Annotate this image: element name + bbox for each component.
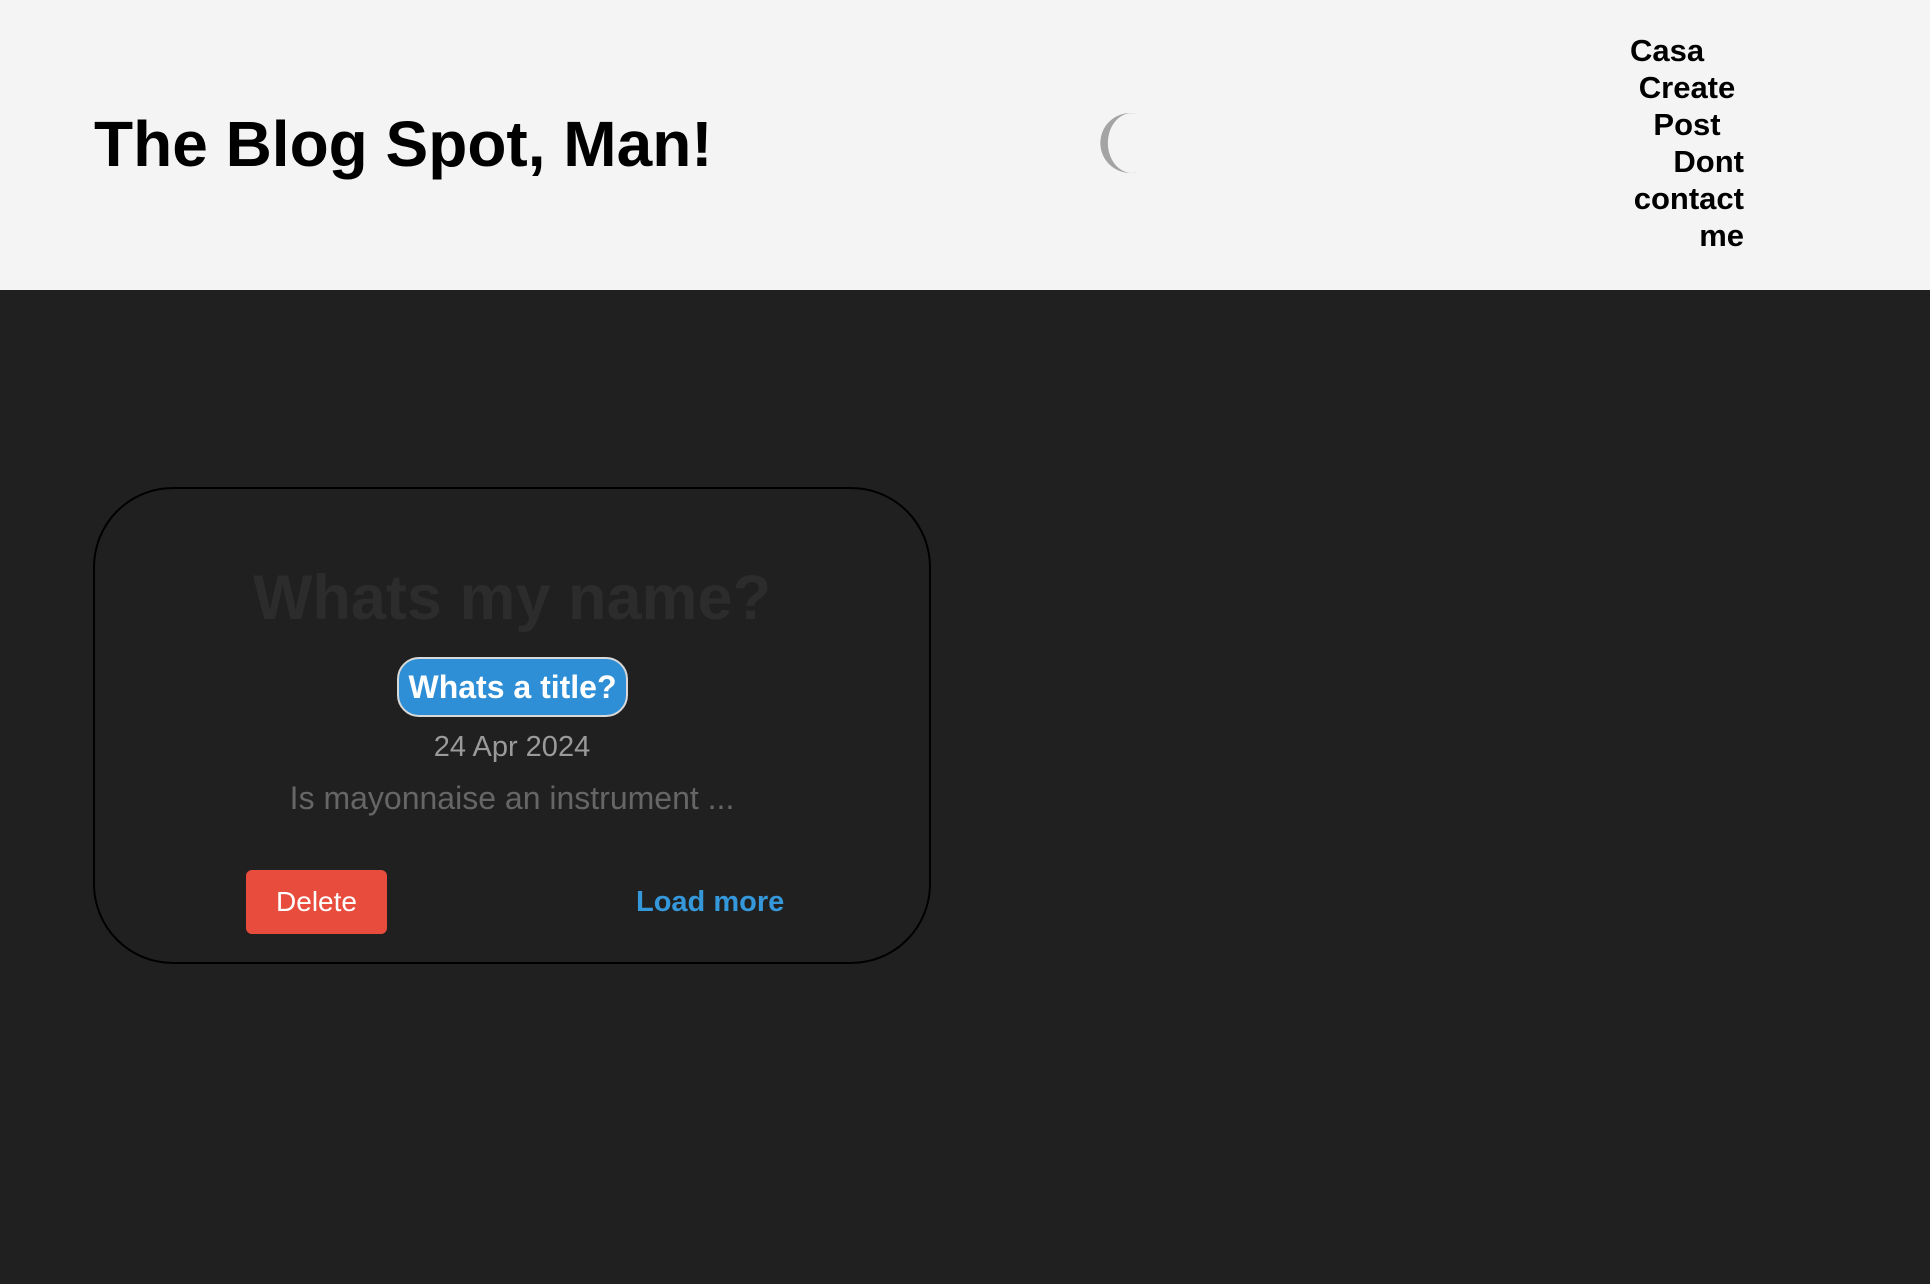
- site-header: The Blog Spot, Man! Casa Create Post Don…: [0, 0, 1930, 290]
- load-more-link[interactable]: Load more: [636, 884, 796, 920]
- post-title-badge[interactable]: Whats a title?: [397, 657, 628, 717]
- post-excerpt: Is mayonnaise an instrument ...: [289, 780, 735, 816]
- moon-icon: [1100, 113, 1138, 173]
- nav-link-create-post[interactable]: Create Post: [1630, 69, 1744, 143]
- main-nav: Casa Create Post Dont contact me: [1630, 32, 1744, 254]
- site-title: The Blog Spot, Man!: [94, 108, 713, 180]
- nav-link-contact[interactable]: Dont contact me: [1630, 143, 1744, 254]
- delete-button[interactable]: Delete: [246, 870, 387, 934]
- post-author: Whats my name?: [252, 563, 772, 633]
- post-card: Whats my name? Whats a title? 24 Apr 202…: [93, 487, 931, 964]
- theme-toggle-button[interactable]: [1094, 113, 1154, 173]
- post-date: 24 Apr 2024: [433, 731, 591, 763]
- nav-link-home[interactable]: Casa: [1630, 32, 1744, 69]
